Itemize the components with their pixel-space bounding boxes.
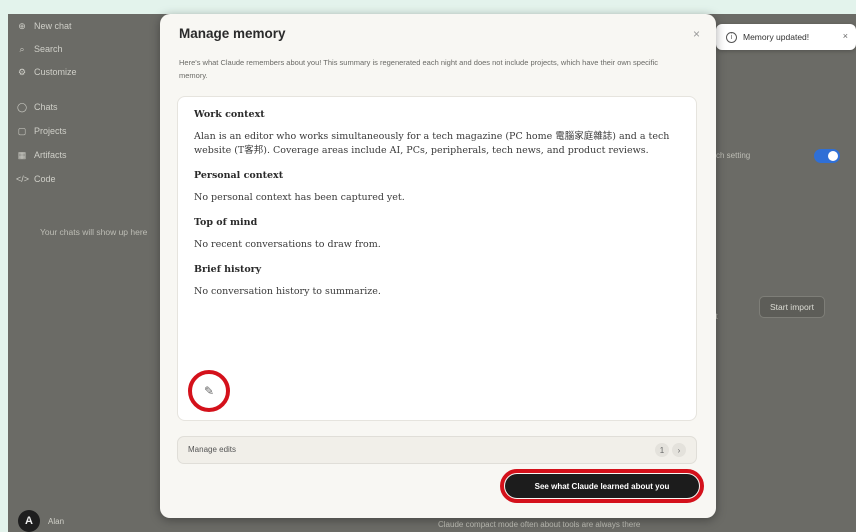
sidebar-item-search[interactable]: ⌕ Search: [16, 40, 63, 58]
code-icon: </>: [16, 174, 30, 184]
memory-updated-toast: i Memory updated! ×: [716, 24, 856, 50]
see-what-claude-learned-button[interactable]: See what Claude learned about you: [505, 474, 699, 498]
sidebar-item-label: Chats: [34, 102, 58, 112]
user-menu[interactable]: A Alan: [18, 510, 64, 532]
memory-summary-card: Work context Alan is an editor who works…: [177, 96, 697, 421]
section-body: No recent conversations to draw from.: [194, 239, 381, 250]
sidebar-item-code[interactable]: </> Code: [16, 170, 56, 188]
section-body: No personal context has been captured ye…: [194, 192, 405, 203]
sidebar-item-customize[interactable]: ⚙ Customize: [16, 63, 77, 81]
section-heading: Top of mind: [194, 217, 258, 228]
plus-icon: ⊕: [18, 20, 26, 31]
customize-icon: ⚙: [17, 66, 27, 77]
manage-edits-label: Manage edits: [188, 445, 237, 454]
section-body: No conversation history to summarize.: [194, 286, 381, 297]
dialog-description: Here's what Claude remembers about you! …: [179, 58, 659, 80]
artifacts-icon: ▦: [17, 149, 27, 160]
info-icon: i: [726, 31, 737, 43]
sidebar-item-new-chat[interactable]: ⊕ New chat: [16, 17, 72, 35]
section-heading: Personal context: [194, 170, 284, 181]
manage-edits-row[interactable]: Manage edits 1 ›: [177, 436, 697, 464]
manage-memory-dialog: Manage memory × Here's what Claude remem…: [160, 14, 716, 518]
start-import-button[interactable]: Start import: [759, 296, 825, 318]
background-setting-label: ch setting: [716, 151, 751, 160]
close-icon[interactable]: ×: [693, 27, 700, 41]
section-heading: Work context: [194, 109, 265, 120]
sidebar-item-chats[interactable]: ◯ Chats: [16, 98, 58, 116]
pencil-icon: ✎: [203, 384, 215, 398]
projects-icon: ▢: [17, 125, 27, 136]
section-heading: Brief history: [194, 264, 262, 275]
sidebar-item-label: Code: [34, 174, 56, 184]
search-icon: ⌕: [19, 43, 25, 54]
user-name: Alan: [48, 516, 65, 526]
sidebar-empty-text: Your chats will show up here: [40, 227, 148, 237]
memory-toggle[interactable]: [814, 149, 840, 163]
edit-memory-button[interactable]: ✎: [188, 370, 230, 412]
sidebar-item-artifacts[interactable]: ▦ Artifacts: [16, 146, 67, 164]
sidebar-item-label: Artifacts: [34, 150, 67, 160]
section-body: Alan is an editor who works simultaneous…: [194, 131, 670, 156]
sidebar: ⊕ New chat ⌕ Search ⚙ Customize ◯ Chats …: [8, 14, 163, 532]
avatar: A: [18, 510, 40, 532]
chats-icon: ◯: [16, 101, 28, 112]
chevron-right-icon: ›: [672, 443, 686, 457]
sidebar-item-label: New chat: [34, 21, 72, 31]
dialog-title: Manage memory: [179, 26, 286, 41]
toast-close-icon[interactable]: ×: [843, 31, 848, 41]
background-bottom-text: Claude compact mode often about tools ar…: [438, 520, 641, 529]
toast-text: Memory updated!: [743, 32, 810, 42]
sidebar-item-projects[interactable]: ▢ Projects: [16, 122, 67, 140]
edits-count-badge: 1: [655, 443, 669, 457]
sidebar-item-label: Search: [34, 44, 63, 54]
sidebar-item-label: Projects: [34, 126, 67, 136]
sidebar-item-label: Customize: [34, 67, 77, 77]
memory-summary-content: Work context Alan is an editor who works…: [194, 109, 674, 311]
